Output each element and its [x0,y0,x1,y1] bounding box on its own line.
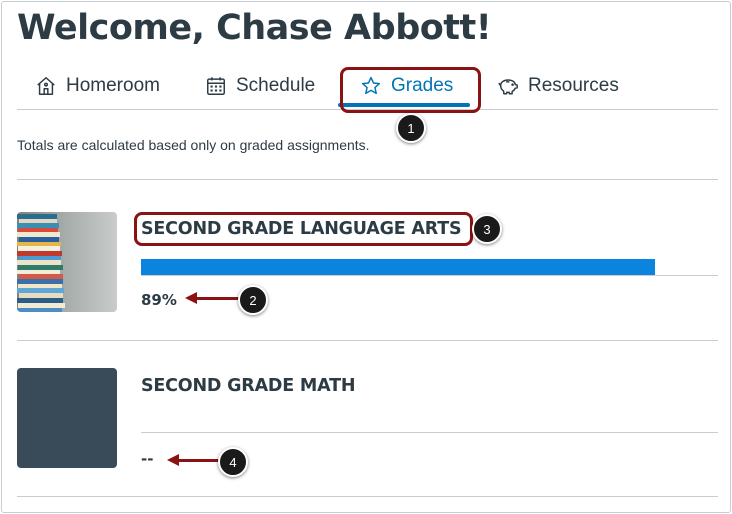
home-icon [37,76,55,95]
math-course-image[interactable] [17,368,117,468]
callout-course-title-highlight [134,212,473,246]
tab-schedule[interactable]: Schedule [205,62,315,109]
callout-badge-3: 3 [472,214,502,244]
callout-grades-tab-highlight [340,67,481,113]
section-divider [17,179,718,180]
math-progress-placeholder [141,432,718,433]
callout-badge-4: 4 [218,447,248,477]
course-title-math[interactable]: SECOND GRADE MATH [141,376,355,396]
course-grade-language-arts: 89% [141,291,177,309]
language-arts-course-image[interactable] [17,212,117,312]
grades-totals-note: Totals are calculated based only on grad… [17,137,370,153]
callout-arrow-4 [167,454,223,466]
tab-homeroom[interactable]: Homeroom [35,62,160,109]
course-divider [17,496,718,497]
course-divider [17,340,718,341]
tab-resources[interactable]: Resources [497,62,619,109]
tab-resources-label: Resources [528,74,619,96]
tab-schedule-label: Schedule [236,74,316,96]
calendar-icon [207,76,225,95]
grade-progress-fill [141,259,655,275]
stacked-books-image [17,212,117,312]
callout-arrow-2 [185,292,243,304]
tab-homeroom-label: Homeroom [66,74,160,96]
callout-badge-1: 1 [396,113,426,143]
course-grade-math: -- [141,450,154,468]
piggy-bank-icon [498,78,518,95]
grade-progress-bar [141,259,718,276]
callout-badge-2: 2 [238,285,268,315]
page-title: Welcome, Chase Abbott! [17,8,492,48]
